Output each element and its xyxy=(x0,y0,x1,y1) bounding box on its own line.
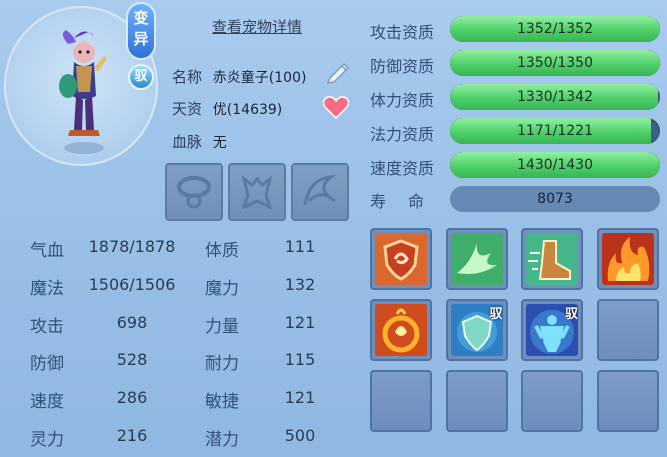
equip-slot-bracelet[interactable] xyxy=(291,163,349,221)
mutation-badge-char-2: 异 xyxy=(133,30,149,48)
pet-bloodline-row: 血脉 无 xyxy=(172,131,227,152)
pet-talent-row: 天资 优(14639) xyxy=(172,98,282,119)
skill-slot[interactable]: 驭 xyxy=(521,299,583,361)
fire-ring-skill-icon xyxy=(375,304,427,356)
equip-slot-armor[interactable] xyxy=(228,163,286,221)
aptitude-label: 速度资质 xyxy=(370,159,435,178)
pet-name-value: 赤炎童子(100) xyxy=(212,70,307,86)
edit-name-icon[interactable] xyxy=(324,60,352,84)
mutation-badge: 变 异 xyxy=(126,2,156,60)
stat-value: 132 xyxy=(284,275,316,294)
stat-value: 1878/1878 xyxy=(88,237,176,256)
stat-value: 528 xyxy=(116,350,148,369)
lifespan-label: 寿命 xyxy=(370,192,447,211)
tame-badge: 驭 xyxy=(128,64,154,90)
skill-slot[interactable] xyxy=(370,228,432,290)
aptitude-label: 防御资质 xyxy=(370,57,435,76)
stat-label: 攻击 xyxy=(30,317,64,337)
stat-label: 耐力 xyxy=(205,354,239,374)
skill-slot-empty[interactable] xyxy=(596,299,659,361)
tame-mark: 驭 xyxy=(564,307,578,322)
aptitude-bar-stamina: 1330/1342 xyxy=(450,84,660,110)
stat-label: 体质 xyxy=(205,241,239,261)
aptitude-label: 体力资质 xyxy=(370,91,435,110)
flame-skill-icon xyxy=(601,233,654,285)
boot-skill-icon xyxy=(526,233,578,285)
skill-slot[interactable] xyxy=(445,228,508,290)
skill-slot-empty[interactable] xyxy=(596,370,659,432)
stat-label: 灵力 xyxy=(30,430,64,450)
aptitude-bar-speed: 1430/1430 xyxy=(450,152,660,178)
stat-value: 115 xyxy=(284,350,316,369)
aptitude-value: 1330/1342 xyxy=(517,89,593,105)
stat-label: 敏捷 xyxy=(205,392,239,412)
skill-slot-empty[interactable] xyxy=(521,370,583,432)
stat-value: 121 xyxy=(284,388,316,407)
stat-label: 魔力 xyxy=(205,279,239,299)
mutation-badge-char-1: 变 xyxy=(133,9,149,27)
aptitude-bar-attack: 1352/1352 xyxy=(450,16,660,42)
heart-icon[interactable] xyxy=(322,94,350,120)
stat-value: 111 xyxy=(284,237,316,256)
skill-slot[interactable] xyxy=(370,299,432,361)
stat-label: 潜力 xyxy=(205,430,239,450)
aptitude-value: 1350/1350 xyxy=(517,55,593,71)
pet-talent-label: 天资 xyxy=(172,100,203,118)
skill-slot-empty[interactable] xyxy=(370,370,432,432)
equip-slot-collar[interactable] xyxy=(165,163,223,221)
stat-label: 魔法 xyxy=(30,279,64,299)
stat-value: 286 xyxy=(116,388,148,407)
skill-slot-empty[interactable] xyxy=(445,370,508,432)
pet-bloodline-label: 血脉 xyxy=(172,133,203,151)
pet-talent-value: 优(14639) xyxy=(212,102,283,118)
tame-mark: 驭 xyxy=(489,307,503,322)
stat-label: 力量 xyxy=(205,317,239,337)
lifespan-bar: 8073 xyxy=(450,186,660,212)
pet-name-label: 名称 xyxy=(172,68,203,86)
stat-label: 气血 xyxy=(30,241,64,261)
aptitude-bar-magic: 1171/1221 xyxy=(450,118,660,144)
stat-value: 1506/1506 xyxy=(88,275,176,294)
stat-value: 500 xyxy=(284,426,316,445)
stat-label: 防御 xyxy=(30,354,64,374)
collar-icon xyxy=(177,176,211,209)
armor-icon xyxy=(241,175,273,210)
aptitude-value: 1352/1352 xyxy=(517,21,593,37)
aptitude-label: 法力资质 xyxy=(370,125,435,144)
pet-name-row: 名称 赤炎童子(100) xyxy=(172,66,306,87)
bracelet-icon xyxy=(303,175,337,206)
pet-figure-icon xyxy=(59,30,107,154)
lifespan-value: 8073 xyxy=(537,191,573,207)
stat-value: 121 xyxy=(284,313,316,332)
aptitude-bar-defense: 1350/1350 xyxy=(450,50,660,76)
pet-bloodline-value: 无 xyxy=(212,135,227,151)
stat-value: 698 xyxy=(116,313,148,332)
shield-swirl-skill-icon xyxy=(375,233,427,285)
view-pet-details-link[interactable]: 查看宠物详情 xyxy=(212,16,302,37)
aptitude-value: 1171/1221 xyxy=(517,123,593,139)
pet-info-panel: 变 异 驭 查看宠物详情 名称 赤炎童子(100) 天资 优(14639) 血脉… xyxy=(0,0,667,457)
aptitude-value: 1430/1430 xyxy=(517,157,593,173)
aptitude-label: 攻击资质 xyxy=(370,23,435,42)
skill-slot[interactable] xyxy=(521,228,583,290)
skill-slot[interactable] xyxy=(596,228,659,290)
wings-skill-icon xyxy=(450,233,503,285)
skill-slot[interactable]: 驭 xyxy=(445,299,508,361)
stat-value: 216 xyxy=(116,426,148,445)
stat-label: 速度 xyxy=(30,392,64,412)
